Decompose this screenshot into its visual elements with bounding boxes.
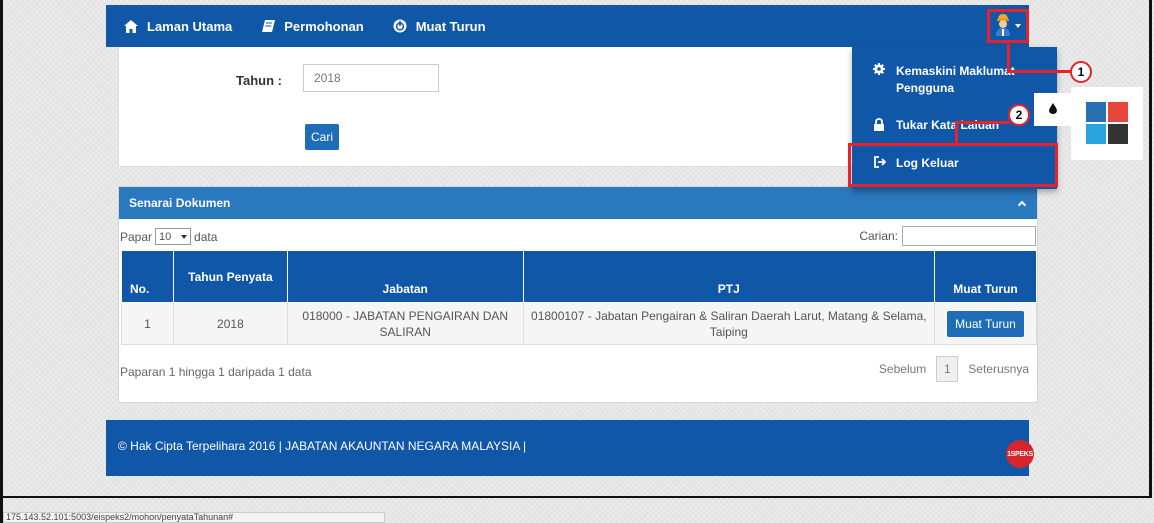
column-header-no[interactable]: No. [121,250,174,303]
callout-2-line-horizontal [955,121,1010,124]
window-frame-right [1149,0,1152,498]
swatch-blue[interactable] [1086,102,1106,122]
tahun-input[interactable] [303,64,439,92]
dropdown-arrow-icon [181,234,188,239]
chevron-down-icon [1015,24,1021,28]
power-icon [392,19,408,33]
callout-2-line-vertical [955,121,958,143]
footer: © Hak Cipta Terpelihara 2016 | JABATAN A… [106,420,1034,476]
callout-1-line-vertical [1007,44,1010,72]
home-icon [123,19,139,33]
gear-icon [872,63,886,75]
document-table: No. Tahun Penyata Jabatan PTJ Muat Turun… [121,250,1037,345]
theme-picker-toggle[interactable] [1034,93,1072,126]
nav-label: Muat Turun [415,18,486,34]
carian-label: Carian: [859,229,898,243]
logo-text: 1SPEKS [1007,450,1033,458]
column-header-muat-turun: Muat Turun [934,250,1037,303]
top-navbar: Laman Utama Permohonan Muat Turun [106,5,1029,47]
papar-label: Papar [120,229,153,244]
nav-permohonan[interactable]: Permohonan [260,18,364,34]
panel-header: Senarai Dokumen [119,187,1037,219]
column-header-jabatan[interactable]: Jabatan [286,250,524,303]
carian-input[interactable] [902,226,1036,246]
pagination: Sebelum 1 Seterusnya [879,356,1029,382]
cell-jabatan: 018000 - JABATAN PENGAIRAN DAN SALIRAN [286,302,524,345]
window-frame-left [0,0,3,523]
window-frame-bottom [0,496,1152,498]
menu-item-kemaskini[interactable]: Kemaskini Maklumat Pengguna [872,63,1026,97]
logout-highlight-box [848,143,1058,187]
page-number-button[interactable]: 1 [936,356,959,382]
nav-muat-turun[interactable]: Muat Turun [392,19,486,34]
swatch-dark[interactable] [1108,124,1128,144]
table-controls: Papar 10 data Carian: [119,219,1037,249]
table-header-row: No. Tahun Penyata Jabatan PTJ Muat Turun [121,250,1037,303]
table-info: Paparan 1 hingga 1 daripada 1 data [120,365,312,379]
chevron-up-icon[interactable] [1017,200,1027,209]
theme-swatches [1071,87,1143,160]
swatch-light-blue[interactable] [1086,124,1106,144]
browser-status-bar: 175.143.52.101:5003/eispeks2/mohon/penya… [3,512,385,523]
user-avatar-icon [995,13,1011,39]
column-header-tahun[interactable]: Tahun Penyata [172,250,288,303]
callout-1-line-horizontal [1007,70,1072,73]
callout-marker-1: 1 [1070,61,1092,83]
prev-page-link[interactable]: Sebelum [879,362,926,376]
cell-ptj: 01800107 - Jabatan Pengairan & Saliran D… [522,302,936,345]
cell-tahun: 2018 [172,302,288,345]
cell-no: 1 [121,302,174,345]
search-control: Carian: [859,226,1036,246]
page-size-control: Papar 10 data [120,228,217,245]
document-list-panel: Senarai Dokumen Papar 10 data Carian: No… [118,186,1038,403]
swatch-red[interactable] [1108,102,1128,122]
page-size-value: 10 [159,230,172,243]
nav-label: Permohonan [284,18,364,34]
tahun-label: Tahun : [236,73,282,88]
user-menu-button[interactable] [987,9,1029,43]
nav-laman-utama[interactable]: Laman Utama [123,19,232,34]
muat-turun-button[interactable]: Muat Turun [947,310,1024,337]
cari-button[interactable]: Cari [305,124,339,150]
droplet-icon [1049,102,1057,117]
panel-title: Senarai Dokumen [129,196,231,210]
callout-marker-2: 2 [1008,104,1030,126]
nav-label: Laman Utama [147,18,233,34]
column-header-ptj[interactable]: PTJ [522,250,936,303]
page-size-select[interactable]: 10 [155,228,192,245]
table-row: 1 2018 018000 - JABATAN PENGAIRAN DAN SA… [121,302,1037,345]
cell-action: Muat Turun [934,302,1037,345]
lock-icon [872,118,886,131]
book-icon [260,20,276,32]
next-page-link[interactable]: Seterusnya [968,362,1029,376]
papar-suffix: data [194,229,218,244]
ispeks-logo: 1SPEKS [1006,440,1034,468]
footer-copyright: © Hak Cipta Terpelihara 2016 | JABATAN A… [118,439,527,453]
